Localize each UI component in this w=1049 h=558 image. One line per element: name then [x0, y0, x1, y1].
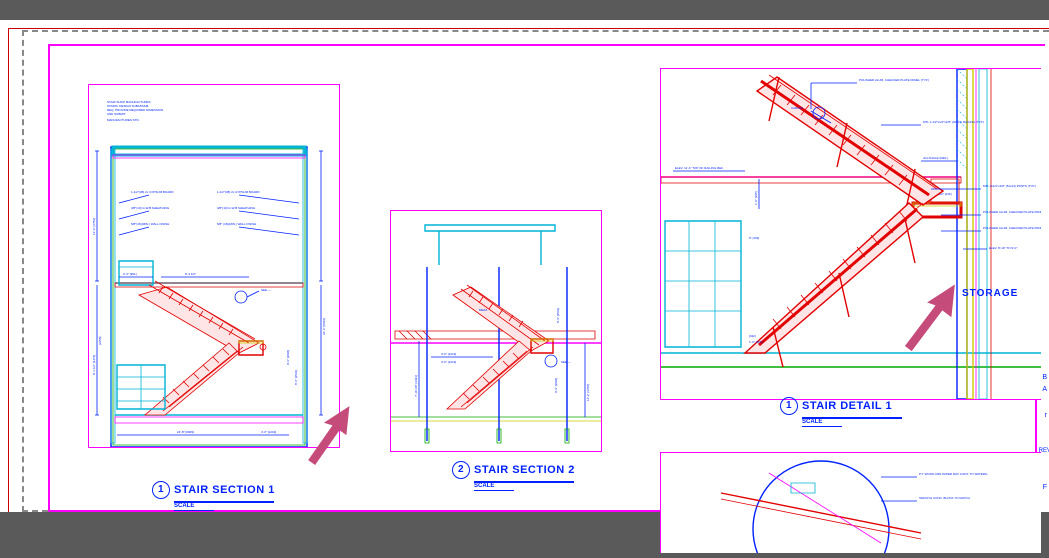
note-sheath-r: 3/8"(10) G.W.B SHEATHING	[217, 206, 256, 210]
drawing-stair-section-2: MEZZ. 4'-0" [1219] 4'-0" [1219] 7'-10 1/…	[391, 211, 601, 451]
svg-text:MEZZ.: MEZZ.	[479, 308, 488, 312]
lower-flight	[745, 203, 923, 367]
circle	[753, 461, 889, 553]
title-section-2: 2 STAIR SECTION 2 SCALE	[452, 462, 575, 491]
strip-A: A	[1042, 386, 1047, 393]
note-wall-r: 5/8" (16)(MIN.) WALL FINISH	[217, 222, 256, 226]
title-detail-1: 1 STAIR DETAIL 1 SCALE	[780, 398, 902, 427]
title-scale-3: SCALE	[802, 419, 842, 427]
note-mfr-4: AND SUBMIT.	[107, 112, 126, 116]
drawing-stair-detail-1: 8-1/2" [216]	[661, 69, 1041, 399]
title-name-3: STAIR DETAIL 1	[802, 400, 892, 412]
dim-bottom: 22'-8" [6909]	[177, 430, 194, 434]
stair-section	[139, 281, 266, 415]
svg-text:SEE —: SEE —	[561, 360, 571, 364]
svg-text:7'-10 1/8" [2391]: 7'-10 1/8" [2391]	[414, 375, 418, 397]
viewport-stair-detail-1: 8-1/2" [216]	[660, 68, 1041, 400]
svg-text:1'-0" [305]: 1'-0" [305]	[754, 191, 758, 205]
svg-text:6" [152]: 6" [152]	[749, 236, 759, 240]
dim-left-upper: 12'-4" [3759]	[92, 218, 96, 235]
dim-left-lower: 8'-1 1/2" [2476]	[92, 355, 96, 375]
svg-text:SEE —: SEE —	[261, 288, 271, 292]
svg-text:[2258]: [2258]	[98, 336, 102, 345]
truss	[395, 331, 595, 339]
svg-text:4'-0" [1219]: 4'-0" [1219]	[441, 360, 456, 364]
roof-header	[113, 147, 305, 155]
viewport-plan-detail: P.T. WOOD AND PAPER MAT CONT. TO WATERG.…	[660, 452, 1041, 553]
note-posts: MTL 2x1/2"x1/8" (51x13) POSTS (TYP.)	[983, 184, 1036, 188]
note-elev: ELEV. 8'-10" TO 9'-0"	[989, 246, 1017, 250]
drawing-plan-detail: P.T. WOOD AND PAPER MAT CONT. TO WATERG.…	[661, 453, 1041, 553]
paper-area: B A r REV F STAIR SHOP MANUFACTURES STAI…	[0, 20, 1049, 512]
plan-note-1: P.T. WOOD AND PAPER MAT CONT. TO WATERG.	[919, 472, 988, 476]
svg-text:4'-0" [1219]: 4'-0" [1219]	[261, 430, 276, 434]
title-name-1: STAIR SECTION 1	[174, 484, 275, 496]
stair-section-2	[447, 285, 553, 409]
note-railing: MTL 1-1/2"x1/2"x1/8" (40x13) RAILING (TY…	[923, 120, 984, 124]
note-panel3: POLISHED ALUM. CHECKER PLATE PANEL (F.F.…	[983, 226, 1041, 230]
plan-note-2: SMOOTH CONC. BLOCK TO MATCH	[919, 496, 970, 500]
note-rail-top: ELEV. 11'-4" TOP OF RAILING REF.	[675, 166, 724, 170]
drawing-stair-section-1: STAIR SHOP MANUFACTURES STAIRS. DESIGN S…	[89, 85, 339, 447]
millwork	[665, 221, 741, 347]
svg-text:4'-0" [1219]: 4'-0" [1219]	[441, 352, 456, 356]
svg-text:9'-6" [2896]: 9'-6" [2896]	[286, 350, 290, 365]
viewport-stair-section-2: MEZZ. 4'-0" [1219] 4'-0" [1219] 7'-10 1/…	[390, 210, 602, 452]
note-alum-top: POLISHED ALUM. CHECKER PLATE PANEL (TYP.…	[859, 78, 929, 82]
title-section-1: 1 STAIR SECTION 1 SCALE	[152, 482, 275, 511]
svg-text:8'-6" [2591]: 8'-6" [2591]	[294, 370, 298, 385]
storage-label: STORAGE	[962, 288, 1018, 299]
viewport-stair-section-1: STAIR SHOP MANUFACTURES STAIRS. DESIGN S…	[88, 84, 340, 448]
note-panel2: POLISHED ALUM. CHECKER PLATE PANEL (TYP.…	[983, 210, 1041, 214]
title-num-3: 1	[780, 397, 798, 415]
strip-r: r	[1045, 412, 1047, 419]
dim-right: 26'-4" [8026]	[322, 318, 326, 335]
svg-text:8'-6" [2591]: 8'-6" [2591]	[556, 308, 560, 323]
dim-opening: 3'-3" [991]	[123, 272, 137, 276]
svg-text:[432]: [432]	[749, 334, 756, 338]
title-scale-1: SCALE	[174, 503, 214, 511]
title-name-2: STAIR SECTION 2	[474, 464, 575, 476]
note-mfr-5: MANUFACTURES STD.	[107, 118, 140, 122]
strip-F: F	[1043, 484, 1047, 491]
title-num-1: 1	[152, 481, 170, 499]
strip-B: B	[1042, 374, 1047, 381]
note-gyp-l: 1-1/2"(38) 2x GYPSUM BOARD	[131, 190, 174, 194]
note-cables: CABLES	[791, 106, 803, 110]
upper-flight	[757, 75, 943, 213]
title-scale-2: SCALE	[474, 483, 514, 491]
title-num-2: 2	[452, 461, 470, 479]
note-angle: 4x4 ANGLE (REF.)	[923, 156, 948, 160]
wall	[957, 69, 967, 399]
note-gyp-r: 1-1/2"(38) 2x GYPSUM BOARD	[217, 190, 260, 194]
svg-text:1'-0" [305]: 1'-0" [305]	[749, 340, 763, 344]
svg-text:12'-2" [3708]: 12'-2" [3708]	[586, 384, 590, 401]
svg-text:9'-6" [2896]: 9'-6" [2896]	[554, 378, 558, 393]
note-wall-l: 5/8"(16)(MIN.) WALL FINISH	[131, 222, 169, 226]
note-sheath-l: 3/8"(10) G.W.B SHEATHING	[131, 206, 170, 210]
dim-mid: 9'-4 1/2"	[185, 272, 196, 276]
